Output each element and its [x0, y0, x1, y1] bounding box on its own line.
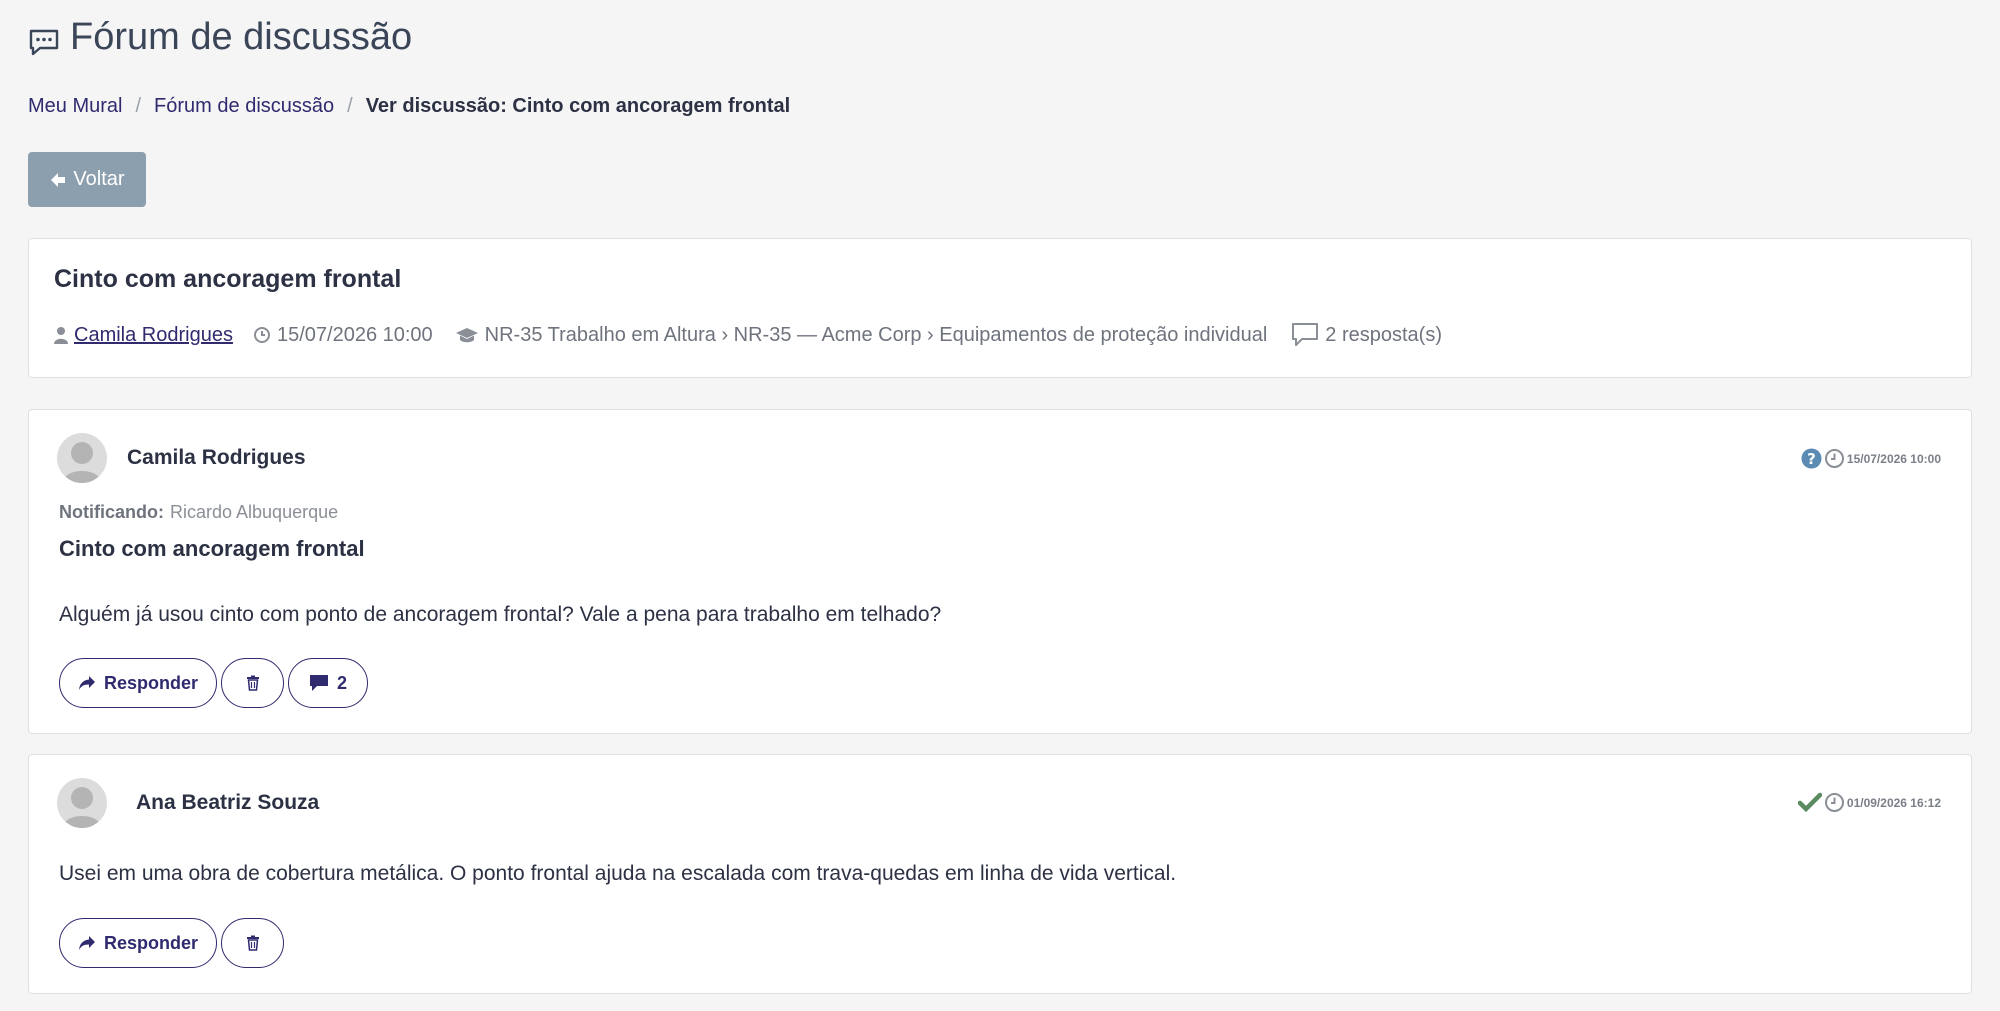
discussion-meta: Camila Rodrigues 15/07/2026 10:00 NR-35 …: [54, 322, 1464, 348]
post-body: Alguém já usou cinto com ponto de ancora…: [59, 603, 942, 626]
reply-button-label: Responder: [103, 672, 199, 693]
arrow-left-icon: [51, 172, 66, 187]
post-actions: Responder 2: [59, 658, 372, 708]
post-subject: Cinto com ancoragem frontal: [59, 536, 365, 561]
author-link[interactable]: Camila Rodrigues: [74, 324, 233, 347]
comment-icon: [1292, 323, 1319, 346]
breadcrumb-separator: /: [135, 95, 142, 117]
share-arrow-icon: [78, 676, 95, 690]
replies-count-button[interactable]: 2: [288, 658, 368, 708]
delete-button[interactable]: [221, 658, 284, 708]
clock-icon: [1824, 449, 1844, 468]
reply-button-label: Responder: [103, 932, 199, 953]
post-item: Camila Rodrigues ? 15/07/2026 10:00 Noti…: [28, 409, 1972, 734]
user-silhouette-icon: [63, 442, 101, 483]
post-date: ? 15/07/2026 10:00: [1801, 448, 1941, 469]
post-actions: Responder: [59, 918, 288, 968]
graduation-cap-icon: [455, 328, 478, 343]
user-icon: [54, 327, 68, 344]
avatar: [57, 433, 107, 483]
question-icon: ?: [1801, 448, 1822, 469]
check-icon: [1797, 792, 1822, 813]
replies-count: 2: [336, 672, 347, 693]
trash-icon: [246, 675, 259, 691]
discussion-title: Cinto com ancoragem frontal: [54, 265, 402, 293]
discussion-summary: Cinto com ancoragem frontal Camila Rodri…: [28, 238, 1972, 378]
page-header: Fórum de discussão: [28, 16, 412, 59]
chat-bubble-icon: [29, 29, 59, 55]
course-path: NR-35 Trabalho em Altura › NR-35 — Acme …: [484, 323, 1268, 346]
post-body: Usei em uma obra de cobertura metálica. …: [59, 862, 1177, 885]
avatar: [57, 778, 107, 828]
post-datetime: 15/07/2026 10:00: [1846, 451, 1941, 466]
notify-name: Ricardo Albuquerque: [170, 502, 339, 522]
back-button-label: Voltar: [73, 168, 125, 190]
share-arrow-icon: [78, 936, 95, 950]
back-button[interactable]: Voltar: [28, 152, 146, 207]
clock-icon: [1824, 793, 1844, 812]
discussion-date: 15/07/2026 10:00: [276, 323, 433, 346]
reply-button[interactable]: Responder: [59, 918, 217, 968]
post-author: Ana Beatriz Souza: [136, 791, 320, 814]
page-title: Fórum de discussão: [70, 16, 413, 58]
notify-line: Notificando: Ricardo Albuquerque: [59, 502, 338, 523]
breadcrumb-item-forum[interactable]: Fórum de discussão: [154, 95, 334, 118]
reply-button[interactable]: Responder: [59, 658, 217, 708]
post-item: Ana Beatriz Souza 01/09/2026 16:12 Usei …: [28, 754, 1972, 994]
trash-icon: [246, 935, 259, 951]
breadcrumb: Meu Mural / Fórum de discussão / Ver dis…: [28, 95, 790, 118]
clock-icon: [253, 327, 270, 343]
breadcrumb-current: Ver discussão: Cinto com ancoragem front…: [365, 95, 791, 117]
post-author: Camila Rodrigues: [127, 446, 306, 469]
user-silhouette-icon: [63, 787, 101, 828]
post-date: 01/09/2026 16:12: [1797, 792, 1941, 813]
post-datetime: 01/09/2026 16:12: [1846, 795, 1941, 810]
reply-count-text: 2 resposta(s): [1325, 323, 1442, 346]
delete-button[interactable]: [221, 918, 284, 968]
svg-text:?: ?: [1807, 450, 1816, 468]
breadcrumb-separator: /: [347, 95, 353, 117]
breadcrumb-item-meu-mural[interactable]: Meu Mural: [28, 95, 122, 118]
comment-icon: [309, 675, 328, 691]
notify-label: Notificando:: [59, 502, 164, 522]
